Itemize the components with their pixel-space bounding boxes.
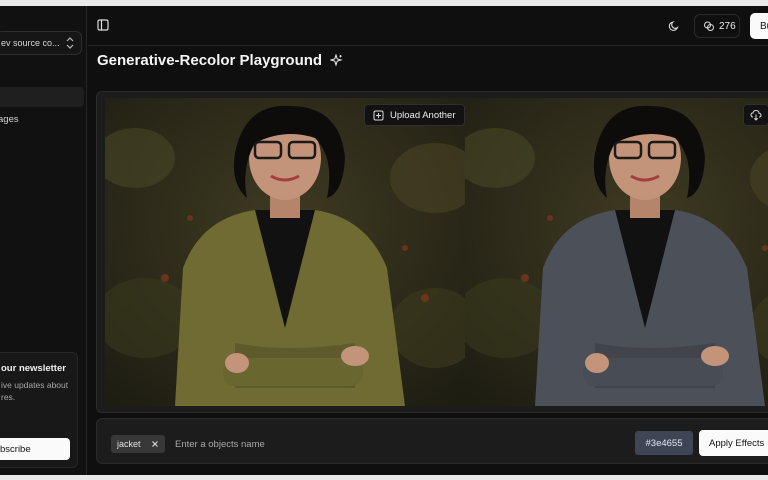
credits-count: 276 bbox=[719, 20, 736, 32]
download-button[interactable] bbox=[743, 104, 768, 126]
chevron-up-down-icon bbox=[66, 37, 74, 49]
sidebar: ev source co... ages our newsletter ive … bbox=[0, 6, 87, 475]
sparkle-icon bbox=[330, 54, 343, 67]
close-icon[interactable] bbox=[151, 440, 159, 448]
add-image-icon bbox=[373, 110, 384, 120]
image-comparison-panel: Upload Another bbox=[96, 91, 768, 413]
theme-toggle-button[interactable] bbox=[663, 16, 685, 36]
original-image bbox=[105, 98, 465, 406]
moon-icon bbox=[668, 21, 679, 31]
recolor-controls: jacket #3e4655 Apply Effects bbox=[96, 418, 768, 464]
sidebar-toggle-icon[interactable] bbox=[96, 18, 110, 32]
download-cloud-icon bbox=[750, 109, 762, 121]
apply-effects-label: Apply Effects bbox=[709, 437, 765, 449]
upload-another-label: Upload Another bbox=[390, 109, 456, 121]
newsletter-description: ive updates about res. bbox=[1, 380, 69, 402]
app-window: ev source co... ages our newsletter ive … bbox=[0, 6, 768, 475]
object-name-input[interactable] bbox=[175, 433, 375, 455]
page-title-text: Generative-Recolor Playground bbox=[97, 52, 323, 69]
page-title: Generative-Recolor Playground bbox=[97, 52, 343, 69]
object-tag: jacket bbox=[111, 435, 165, 453]
upload-another-button[interactable]: Upload Another bbox=[364, 104, 465, 126]
sidebar-item-images[interactable]: ages bbox=[0, 114, 19, 125]
coins-icon bbox=[704, 21, 714, 31]
credits-badge[interactable]: 276 bbox=[694, 14, 740, 38]
subscribe-button[interactable]: bscribe bbox=[0, 438, 70, 460]
apply-effects-button[interactable]: Apply Effects bbox=[699, 430, 768, 456]
color-picker-swatch[interactable]: #3e4655 bbox=[635, 431, 693, 455]
project-selector[interactable]: ev source co... bbox=[0, 31, 82, 55]
top-bar: 276 Bu bbox=[88, 6, 768, 46]
newsletter-card: our newsletter ive updates about res. bs… bbox=[0, 352, 78, 468]
recolored-image bbox=[465, 98, 768, 406]
newsletter-title: our newsletter bbox=[1, 363, 66, 374]
buy-button[interactable]: Bu bbox=[750, 13, 768, 39]
sidebar-item-active[interactable] bbox=[0, 87, 84, 107]
object-tag-label: jacket bbox=[117, 439, 141, 449]
